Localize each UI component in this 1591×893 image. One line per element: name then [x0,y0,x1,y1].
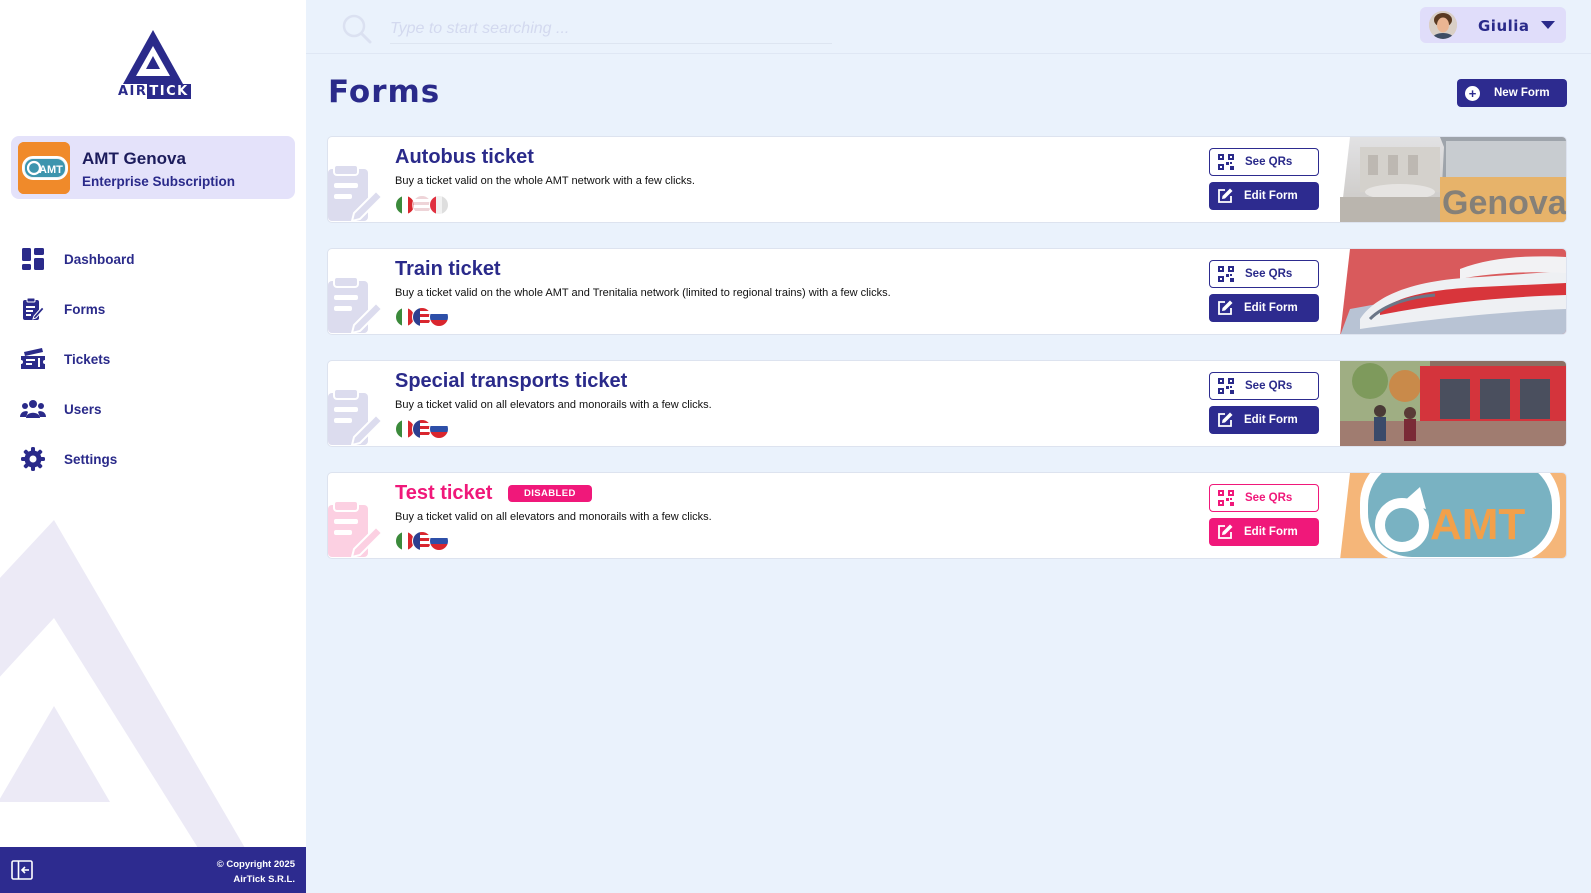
nav-item-forms[interactable]: Forms [0,284,306,334]
svg-text:Genova: Genova [1442,184,1566,222]
nav-item-settings[interactable]: Settings [0,434,306,484]
svg-text:AMT: AMT [39,164,63,176]
qr-code-icon [1218,490,1234,506]
see-qrs-button[interactable]: See QRs [1209,148,1319,176]
qr-code-icon [1218,266,1234,282]
sidebar: AIR TICK AMT AMT Genova Enterprise Subscr… [0,0,306,893]
airtick-logo[interactable]: AIR TICK [118,28,191,102]
funicular-photo [1340,361,1566,446]
logo-wordmark: AIR TICK [118,84,191,99]
edit-icon [1218,300,1233,315]
logo-triangle-icon [123,30,183,84]
tickets-icon [20,346,46,372]
form-title[interactable]: Test ticket [395,482,492,505]
nav-label-users: Users [64,401,102,417]
qr-code-icon [1218,378,1234,394]
form-card[interactable]: Train ticket Buy a ticket valid on the w… [327,248,1567,335]
plus-icon: + [1465,85,1480,101]
nav-item-tickets[interactable]: Tickets [0,334,306,384]
edit-form-button[interactable]: Edit Form [1209,182,1319,210]
form-document-icon [328,389,382,446]
language-flags [395,531,449,551]
bus-photo: Genova [1340,137,1566,222]
nav-label-dashboard: Dashboard [64,251,135,267]
edit-icon [1218,188,1233,203]
edit-form-button[interactable]: Edit Form [1209,294,1319,322]
slovenia-flag-icon [429,531,449,551]
form-document-icon [328,501,382,558]
brand-watermark [0,520,245,848]
form-description: Buy a ticket valid on all elevators and … [395,399,712,411]
amt-logo-image: AMT [1340,473,1566,558]
svg-text:AMT: AMT [1430,500,1525,549]
form-card[interactable]: Special transports ticket Buy a ticket v… [327,360,1567,447]
new-form-button[interactable]: + New Form [1457,79,1567,107]
forms-icon [20,296,46,322]
organization-name: AMT Genova [82,149,186,168]
form-card[interactable]: Autobus ticket Buy a ticket valid on the… [327,136,1567,223]
gear-icon [20,446,46,472]
chevron-down-icon [1541,21,1555,29]
status-badge: DISABLED [508,485,592,502]
organization-logo: AMT [18,142,70,194]
edit-icon [1218,412,1233,427]
form-title[interactable]: Special transports ticket [395,370,627,393]
avatar [1429,11,1457,39]
form-document-icon [328,277,382,334]
see-qrs-button[interactable]: See QRs [1209,372,1319,400]
users-icon [20,396,46,422]
edit-form-button[interactable]: Edit Form [1209,406,1319,434]
train-photo [1340,249,1566,334]
form-title[interactable]: Autobus ticket [395,146,534,169]
see-qrs-button[interactable]: See QRs [1209,260,1319,288]
nav-label-forms: Forms [64,301,106,317]
main-navigation: Dashboard Forms Tickets Users Settings [0,234,306,484]
edit-icon [1218,524,1233,539]
language-flags [395,307,449,327]
top-bar: Giulia [306,0,1591,54]
organization-card[interactable]: AMT AMT Genova Enterprise Subscription [11,136,295,199]
nav-item-dashboard[interactable]: Dashboard [0,234,306,284]
nav-label-tickets: Tickets [64,351,111,367]
copyright-text: © Copyright 2025 AirTick S.R.L. [216,859,295,885]
slovenia-flag-icon [429,419,449,439]
form-description: Buy a ticket valid on all elevators and … [395,511,712,523]
search-icon[interactable] [342,14,372,44]
collapse-sidebar-icon[interactable] [11,860,33,880]
sidebar-footer: © Copyright 2025 AirTick S.R.L. [0,847,306,893]
page-title: Forms [328,74,441,110]
nav-label-settings: Settings [64,451,118,467]
form-description: Buy a ticket valid on the whole AMT and … [395,287,891,299]
language-flags [395,419,449,439]
edit-form-button[interactable]: Edit Form [1209,518,1319,546]
form-document-icon [328,165,382,222]
user-menu[interactable]: Giulia [1420,7,1566,43]
language-flags [395,195,449,215]
form-card[interactable]: Test ticket DISABLED Buy a ticket valid … [327,472,1567,559]
subscription-plan: Enterprise Subscription [82,174,236,189]
dashboard-icon [20,246,46,272]
see-qrs-button[interactable]: See QRs [1209,484,1319,512]
qr-code-icon [1218,154,1234,170]
nav-item-users[interactable]: Users [0,384,306,434]
user-name: Giulia [1478,17,1530,35]
form-description: Buy a ticket valid on the whole AMT netw… [395,175,695,187]
italy-flag-icon [429,195,449,215]
slovenia-flag-icon [429,307,449,327]
search-input[interactable] [390,14,832,44]
form-title[interactable]: Train ticket [395,258,501,281]
